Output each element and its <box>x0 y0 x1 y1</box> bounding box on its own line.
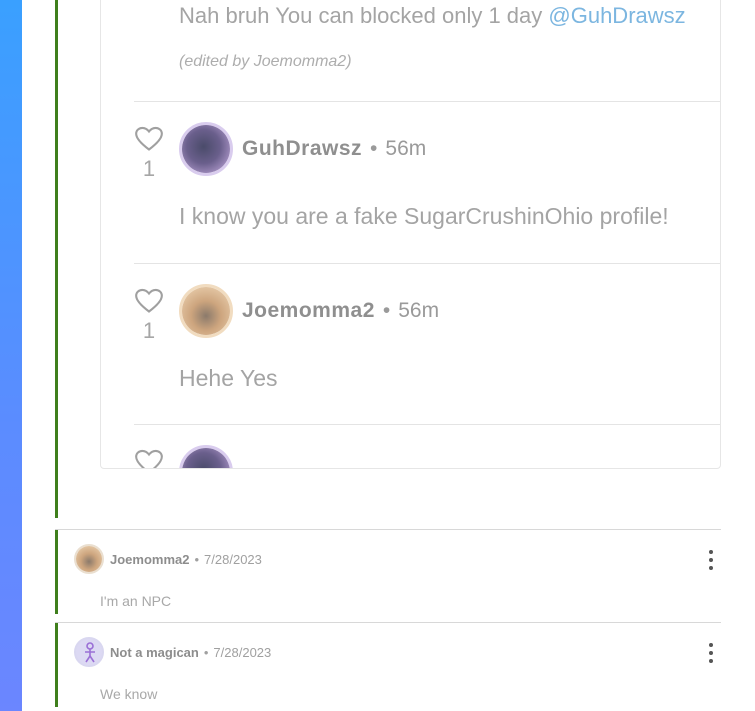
replies-container: Nah bruh You can blocked only 1 day @Guh… <box>100 0 721 469</box>
reply-text: Nah bruh You can blocked only 1 day @Guh… <box>179 3 686 28</box>
like-count: 1 <box>142 318 156 343</box>
like-control: 1 <box>134 288 164 344</box>
heart-icon[interactable] <box>134 449 164 468</box>
mention-link[interactable]: @GuhDrawsz <box>548 3 685 28</box>
timestamp: 56m <box>385 137 427 160</box>
timestamp: 56m <box>398 299 440 322</box>
author-name[interactable]: GuhDrawsz <box>242 137 362 160</box>
like-control <box>134 449 164 468</box>
more-vertical-icon[interactable] <box>703 550 719 570</box>
edited-note: (edited by Joemomma2) <box>179 53 352 70</box>
heart-icon[interactable] <box>134 288 164 314</box>
thread-indent-line <box>55 530 58 614</box>
thread-indent-line <box>55 0 58 518</box>
reply-meta: Joemomma2 • 56m <box>242 299 440 322</box>
comment-item: Joemomma2 • 7/28/2023 I'm an NPC <box>55 529 721 617</box>
avatar[interactable] <box>74 544 104 574</box>
comment-text: We know <box>100 686 158 702</box>
heart-icon[interactable] <box>134 126 164 152</box>
avatar[interactable] <box>179 445 233 468</box>
author-name[interactable]: Joemomma2 <box>242 299 375 322</box>
comment-item: Not a magican • 7/28/2023 We know <box>55 622 721 710</box>
author-name[interactable]: Not a magican <box>110 645 199 660</box>
reply-item: 1 GuhDrawsz • 56m I know you are a fake Su… <box>101 102 720 262</box>
avatar[interactable] <box>179 284 233 338</box>
reply-meta: GuhDrawsz • 56m <box>242 137 427 160</box>
sidebar-stripe <box>0 0 22 711</box>
comment-date: 7/28/2023 <box>213 645 272 660</box>
comment-meta: Joemomma2 • 7/28/2023 <box>110 552 262 567</box>
more-vertical-icon[interactable] <box>703 643 719 663</box>
like-count: 1 <box>142 156 156 181</box>
avatar[interactable] <box>179 122 233 176</box>
reply-item <box>101 425 720 468</box>
avatar[interactable] <box>74 637 104 667</box>
author-name[interactable]: Joemomma2 <box>110 552 189 567</box>
reply-item: 1 Joemomma2 • 56m Hehe Yes <box>101 264 720 424</box>
comment-text: I'm an NPC <box>100 593 172 609</box>
stick-figure-icon <box>85 642 95 663</box>
reply-text: I know you are a fake SugarCrushinOhio p… <box>179 203 669 229</box>
like-control: 1 <box>134 126 164 182</box>
comment-date: 7/28/2023 <box>204 552 262 567</box>
comment-meta: Not a magican • 7/28/2023 <box>110 645 272 660</box>
reply-text: Hehe Yes <box>179 365 278 391</box>
thread-indent-line <box>55 623 58 707</box>
